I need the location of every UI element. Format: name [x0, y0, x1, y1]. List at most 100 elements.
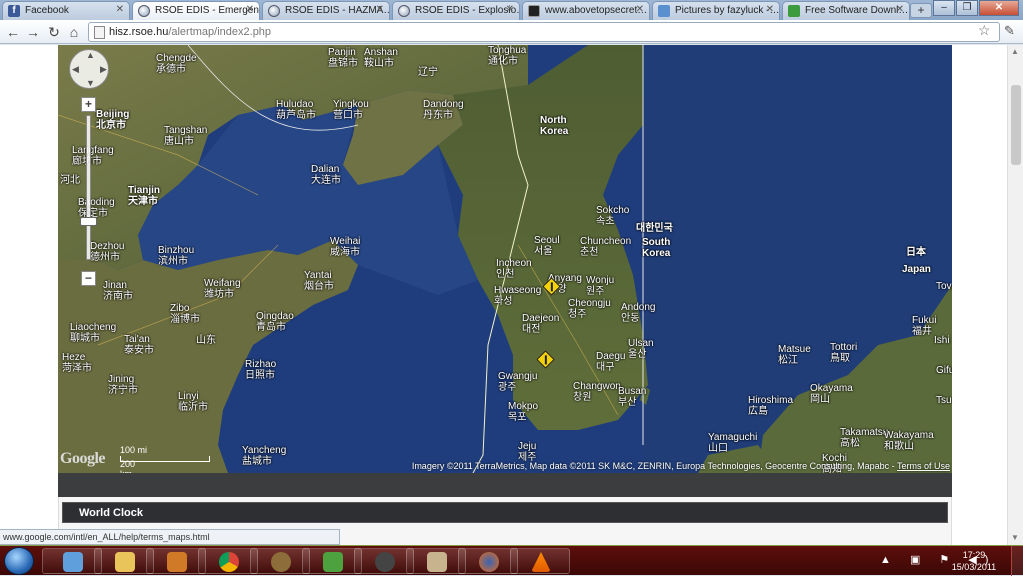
wrench-icon[interactable]: ✎	[1004, 23, 1015, 39]
close-tab-icon[interactable]: ✕	[506, 4, 514, 15]
taskbar-item-messenger[interactable]	[302, 548, 362, 574]
windows-explorer-icon	[63, 552, 83, 572]
map-label-tangshan: Tangshan 唐山市	[164, 125, 208, 147]
alert-map[interactable]: Chengde 承德市 Panjin 盘锦市 Anshan 鞍山市 Tonghua 通化…	[58, 45, 952, 473]
clock-time: 17:29	[962, 550, 986, 560]
start-button[interactable]	[4, 547, 34, 575]
terms-of-use-link[interactable]: Terms of Use	[897, 461, 950, 471]
pan-down-icon[interactable]: ▼	[86, 78, 95, 88]
tab-label: RSOE EDIS - Emergen…	[155, 5, 260, 16]
map-label-japan: Japan	[902, 264, 931, 275]
tab-photobucket[interactable]: Pictures by fazyluck -… ✕	[652, 1, 780, 20]
scale-miles: 100 mi	[120, 445, 148, 455]
taskbar-item-vlc[interactable]	[510, 548, 570, 574]
attribution-text: Imagery ©2011 TerraMetrics, Map data ©20…	[411, 461, 890, 471]
browser-toolbar: ← → ↻ ⌂ hisz.rsoe.hu/alertmap/index2.php…	[0, 20, 1023, 44]
map-label-dandong: Dandong 丹东市	[423, 99, 464, 121]
map-label-tonghua: Tonghua 通化市	[488, 45, 527, 67]
minimize-button[interactable]: –	[933, 0, 955, 16]
close-tab-icon[interactable]: ✕	[896, 4, 904, 15]
close-tab-icon[interactable]: ✕	[636, 4, 644, 15]
tab-rsoe-explosion[interactable]: RSOE EDIS - Explosio… ✕	[392, 1, 520, 20]
pan-control[interactable]: ▲ ◀ ▶ ▼	[69, 49, 109, 89]
map-attribution: Imagery ©2011 TerraMetrics, Map data ©20…	[411, 461, 950, 471]
forward-icon[interactable]: →	[24, 23, 42, 41]
taskbar-item-folder[interactable]	[94, 548, 154, 574]
tab-label: www.abovetopsecret…	[545, 5, 648, 16]
paint-icon	[427, 552, 447, 572]
map-label-linyi: Linyi 临沂市	[178, 391, 208, 413]
tab-rsoe-hazmat[interactable]: RSOE EDIS - HAZMA… ✕	[262, 1, 390, 20]
map-label-mokpo: Mokpo 목포	[508, 401, 539, 423]
ats-icon	[528, 5, 540, 17]
close-tab-icon[interactable]: ✕	[246, 4, 254, 15]
tab-abovetopsecret[interactable]: www.abovetopsecret… ✕	[522, 1, 650, 20]
taskbar-item-chrome[interactable]	[198, 548, 258, 574]
map-label-taian: Tai'an 泰安市	[124, 334, 154, 356]
zoom-out-button[interactable]: −	[81, 271, 96, 286]
page-viewport: Chengde 承德市 Panjin 盘锦市 Anshan 鞍山市 Tonghua 通化…	[0, 45, 1023, 545]
taskbar-clock[interactable]: 17:29 15/03/2011	[950, 549, 998, 573]
tab-free-software[interactable]: Free Software Downl… ✕	[782, 1, 910, 20]
world-clock-header: World Clock	[62, 502, 948, 523]
firefox-icon	[479, 552, 499, 572]
scroll-down-icon[interactable]: ▼	[1011, 533, 1019, 542]
map-label-binzhou: Binzhou 滨州市	[158, 245, 195, 267]
tab-rsoe-emergency[interactable]: RSOE EDIS - Emergen… ✕	[132, 1, 260, 20]
scrollbar-thumb[interactable]	[1011, 85, 1021, 165]
vertical-scrollbar[interactable]: ▲ ▼	[1007, 45, 1023, 545]
folder-icon	[115, 552, 135, 572]
map-label-heze: Heze 菏泽市	[62, 352, 92, 374]
status-bar: www.google.com/intl/en_ALL/help/terms_ma…	[0, 529, 340, 545]
zoom-slider-track[interactable]	[86, 115, 91, 260]
zoom-slider-handle[interactable]	[80, 217, 97, 226]
home-icon[interactable]: ⌂	[65, 23, 83, 41]
taskbar-item-tor[interactable]	[250, 548, 310, 574]
chrome-icon	[219, 552, 239, 572]
map-label-chuncheon: Chuncheon 춘천	[580, 236, 632, 258]
pan-right-icon[interactable]: ▶	[100, 64, 107, 75]
map-label-incheon: Incheon 인천	[496, 258, 532, 280]
zoom-in-button[interactable]: +	[81, 97, 96, 112]
show-desktop-button[interactable]	[1011, 546, 1023, 576]
url-text[interactable]: hisz.rsoe.hu/alertmap/index2.php	[109, 26, 271, 38]
address-bar[interactable]: hisz.rsoe.hu/alertmap/index2.php	[88, 22, 1000, 42]
close-tab-icon[interactable]: ✕	[766, 4, 774, 15]
taskbar-item-firefox[interactable]	[458, 548, 518, 574]
tab-facebook[interactable]: f Facebook ✕	[2, 1, 130, 20]
taskbar-item-steam[interactable]	[354, 548, 414, 574]
close-window-button[interactable]: ✕	[979, 0, 1019, 16]
close-tab-icon[interactable]: ✕	[116, 4, 124, 15]
taskbar-item-paint[interactable]	[406, 548, 466, 574]
pan-up-icon[interactable]: ▲	[86, 50, 95, 60]
vlc-icon	[531, 552, 551, 572]
clock-date: 15/03/2011	[951, 562, 997, 572]
reload-icon[interactable]: ↻	[45, 23, 63, 41]
map-label-okayama: Okayama 岡山	[810, 383, 853, 405]
taskbar-item-media[interactable]	[146, 548, 206, 574]
map-label-huludao: Huludao 葫芦岛市	[276, 99, 316, 121]
globe-icon	[138, 5, 150, 17]
world-clock-title: World Clock	[79, 507, 143, 519]
scroll-up-icon[interactable]: ▲	[1011, 47, 1019, 56]
back-icon[interactable]: ←	[4, 23, 22, 41]
restore-button[interactable]: ❐	[956, 0, 978, 16]
new-tab-button[interactable]: +	[910, 3, 932, 18]
map-label-yancheng: Yancheng 盐城市	[242, 445, 287, 467]
map-label-wonju: Wonju 원주	[586, 275, 615, 297]
pan-left-icon[interactable]: ◀	[72, 64, 79, 75]
taskbar-item-explorer[interactable]	[42, 548, 102, 574]
map-label-tsu: Tsu	[936, 395, 952, 406]
map-footer-bar	[58, 473, 952, 497]
map-label-liaocheng: Liaocheng 聊城市	[70, 322, 117, 344]
photobucket-icon	[658, 5, 670, 17]
google-logo[interactable]: Google	[60, 450, 106, 468]
close-tab-icon[interactable]: ✕	[376, 4, 384, 15]
url-path: /alertmap/index2.php	[168, 26, 272, 38]
bookmark-star-icon[interactable]: ☆	[978, 22, 991, 39]
map-label-daejeon: Daejeon 대전	[522, 313, 560, 335]
map-label-sokcho: Sokcho 속초	[596, 205, 630, 227]
map-label-busan: Busan 부산	[618, 386, 647, 408]
map-label-gifu: Gifu	[936, 365, 952, 376]
tab-label: Facebook	[25, 5, 69, 16]
